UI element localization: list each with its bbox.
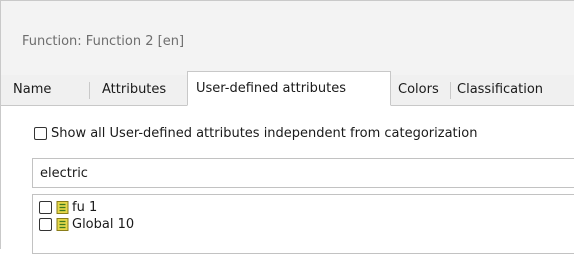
show-all-checkbox[interactable] — [34, 126, 47, 140]
tab-name[interactable]: Name — [13, 75, 51, 105]
dialog-title: Function: Function 2 [en] — [22, 34, 185, 49]
attribute-list: fu 1 Global 10 — [32, 194, 574, 254]
list-item[interactable]: Global 10 — [39, 215, 134, 233]
tab-attributes[interactable]: Attributes — [102, 75, 166, 105]
dialog-title-bar: Function: Function 2 [en] — [1, 1, 574, 76]
tab-content: Show all User-defined attributes indepen… — [1, 106, 574, 254]
show-all-label: Show all User-defined attributes indepen… — [51, 125, 478, 141]
tab-separator — [450, 82, 451, 99]
tab-classification[interactable]: Classification — [457, 75, 543, 105]
item-label: fu 1 — [72, 199, 98, 215]
user-defined-attributes-dialog: Function: Function 2 [en] Name Attribute… — [0, 0, 574, 254]
list-item[interactable]: fu 1 — [39, 198, 97, 216]
attribute-icon — [56, 217, 69, 231]
item-checkbox[interactable] — [39, 217, 52, 231]
show-all-option[interactable]: Show all User-defined attributes indepen… — [34, 123, 477, 143]
tab-bar: Name Attributes User-defined attributes … — [1, 71, 574, 106]
item-checkbox[interactable] — [39, 200, 52, 214]
filter-input[interactable] — [32, 158, 574, 188]
attribute-icon — [56, 200, 69, 214]
tab-user-defined-attributes[interactable]: User-defined attributes — [187, 71, 391, 106]
item-label: Global 10 — [72, 216, 135, 232]
tab-separator — [89, 82, 90, 99]
tab-colors[interactable]: Colors — [398, 75, 439, 105]
